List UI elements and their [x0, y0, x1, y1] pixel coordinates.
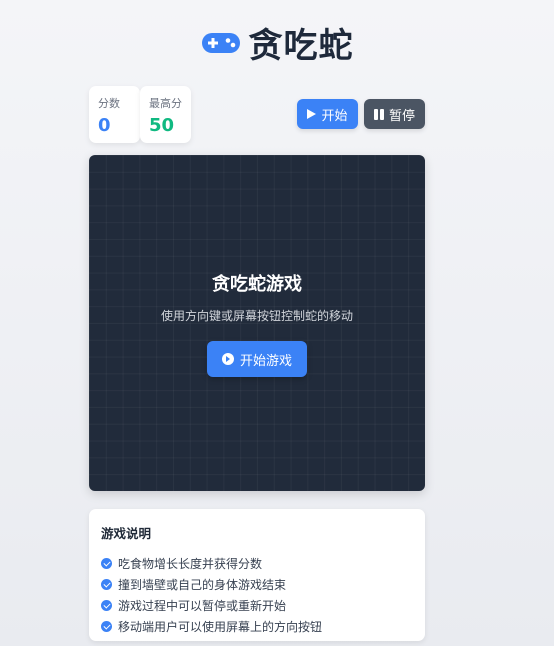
- high-score-card: 最高分 50: [140, 86, 191, 143]
- instructions-title: 游戏说明: [101, 526, 152, 541]
- high-score-label: 最高分: [149, 97, 182, 110]
- overlay-title: 贪吃蛇游戏: [212, 274, 302, 295]
- score-card: 分数 0: [89, 86, 140, 143]
- game-board[interactable]: 贪吃蛇游戏 使用方向键或屏幕按钮控制蛇的移动 开始游戏: [89, 155, 425, 491]
- score-value: 0: [98, 115, 111, 136]
- instructions-panel: 游戏说明 吃食物增长长度并获得分数 撞到墙壁或自己的身体游戏结束 游戏过程中可以…: [89, 509, 425, 641]
- pause-button-label: 暂停: [388, 108, 415, 124]
- score-label: 分数: [98, 97, 120, 110]
- start-game-button[interactable]: 开始游戏: [207, 341, 307, 377]
- check-circle-icon: [101, 600, 112, 611]
- rule-text: 移动端用户可以使用屏幕上的方向按钮: [118, 620, 323, 634]
- play-circle-icon: [221, 353, 234, 365]
- gamepad-icon: [201, 32, 240, 53]
- overlay-subtitle: 使用方向键或屏幕按钮控制蛇的移动: [160, 309, 353, 323]
- play-icon: [307, 109, 317, 119]
- list-item: 撞到墙壁或自己的身体游戏结束: [101, 574, 413, 595]
- start-button-label: 开始: [321, 108, 348, 124]
- pause-button[interactable]: 暂停: [364, 99, 425, 129]
- start-game-label: 开始游戏: [239, 353, 292, 369]
- check-circle-icon: [101, 558, 112, 569]
- list-item: 移动端用户可以使用屏幕上的方向按钮: [101, 616, 413, 637]
- list-item: 吃食物增长长度并获得分数: [101, 553, 413, 574]
- page-header: 贪吃蛇: [0, 18, 554, 67]
- list-item: 游戏过程中可以暂停或重新开始: [101, 595, 413, 616]
- rule-text: 撞到墙壁或自己的身体游戏结束: [118, 578, 287, 592]
- check-circle-icon: [101, 621, 112, 632]
- pause-icon: [373, 108, 384, 120]
- check-circle-icon: [101, 579, 112, 590]
- page-title: 贪吃蛇: [248, 26, 354, 66]
- rule-text: 吃食物增长长度并获得分数: [118, 557, 263, 571]
- high-score-value: 50: [149, 115, 175, 136]
- start-button[interactable]: 开始: [297, 99, 358, 129]
- rule-text: 游戏过程中可以暂停或重新开始: [118, 599, 287, 613]
